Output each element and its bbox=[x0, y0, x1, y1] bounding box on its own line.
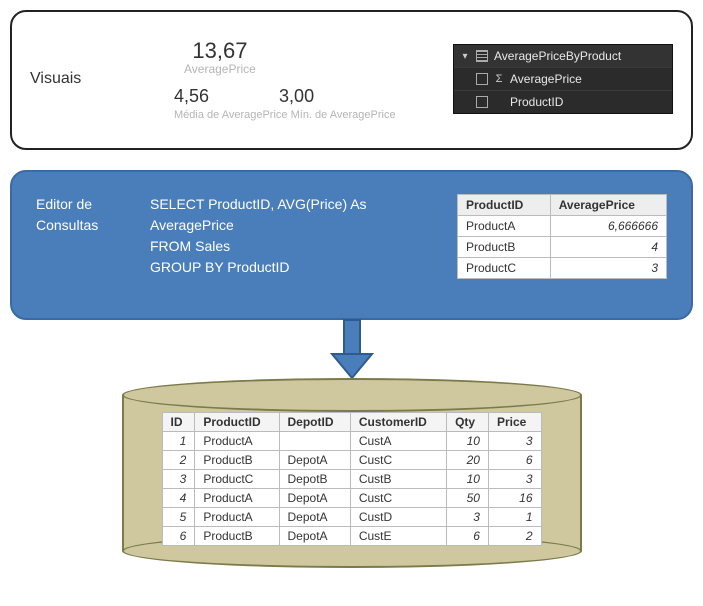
table-row: 2ProductBDepotACustC206 bbox=[162, 451, 541, 470]
visuals-card: Visuais 13,67 AveragePrice 4,56 3,00 Méd… bbox=[10, 10, 693, 150]
checkbox-icon[interactable] bbox=[476, 73, 488, 85]
query-label: Editor de Consultas bbox=[36, 194, 126, 236]
field-name: AveragePrice bbox=[510, 72, 582, 86]
source-table: ID ProductID DepotID CustomerID Qty Pric… bbox=[162, 412, 542, 546]
metric-min-value: 3,00 bbox=[279, 86, 314, 107]
field-name: ProductID bbox=[510, 95, 563, 109]
table-row: 1ProductACustA103 bbox=[162, 432, 541, 451]
result-header-productid: ProductID bbox=[458, 195, 551, 216]
visuals-metrics: 13,67 AveragePrice 4,56 3,00 Média de Av… bbox=[144, 38, 429, 121]
fields-panel: ▾ AveragePriceByProduct Σ AveragePrice P… bbox=[453, 44, 673, 114]
result-header-avgprice: AveragePrice bbox=[550, 195, 666, 216]
metric-avgprice-value: 13,67 bbox=[192, 38, 247, 64]
checkbox-icon[interactable] bbox=[476, 96, 488, 108]
table-row: 3ProductCDepotBCustB103 bbox=[162, 470, 541, 489]
metric-sub-labels: Média de AveragePrice Mín. de AveragePri… bbox=[174, 109, 396, 121]
fields-table-row[interactable]: ▾ AveragePriceByProduct bbox=[454, 45, 672, 68]
sigma-icon: Σ bbox=[494, 73, 504, 85]
visuals-label: Visuais bbox=[30, 70, 120, 88]
query-result-table: ProductID AveragePrice ProductA 6,666666… bbox=[457, 194, 667, 279]
metric-avgprice-label: AveragePrice bbox=[184, 62, 256, 76]
query-card: Editor de Consultas SELECT ProductID, AV… bbox=[10, 170, 693, 320]
table-row: ProductA 6,666666 bbox=[458, 216, 667, 237]
table-row: ProductC 3 bbox=[458, 258, 667, 279]
field-row-productid[interactable]: ProductID bbox=[454, 91, 672, 113]
table-icon bbox=[476, 50, 488, 62]
flow-arrow bbox=[10, 316, 693, 386]
table-row: 6ProductBDepotACustE62 bbox=[162, 527, 541, 546]
table-row: 4ProductADepotACustC5016 bbox=[162, 489, 541, 508]
table-row: ProductB 4 bbox=[458, 237, 667, 258]
collapse-caret-icon[interactable]: ▾ bbox=[460, 51, 470, 62]
arrow-down-icon bbox=[322, 316, 382, 386]
fields-table-name: AveragePriceByProduct bbox=[494, 49, 621, 63]
field-row-averageprice[interactable]: Σ AveragePrice bbox=[454, 68, 672, 91]
table-row: 5ProductADepotACustD31 bbox=[162, 508, 541, 527]
query-sql: SELECT ProductID, AVG(Price) As AverageP… bbox=[150, 194, 433, 278]
metric-mean-value: 4,56 bbox=[174, 86, 209, 107]
database-cylinder: ID ProductID DepotID CustomerID Qty Pric… bbox=[122, 378, 582, 568]
